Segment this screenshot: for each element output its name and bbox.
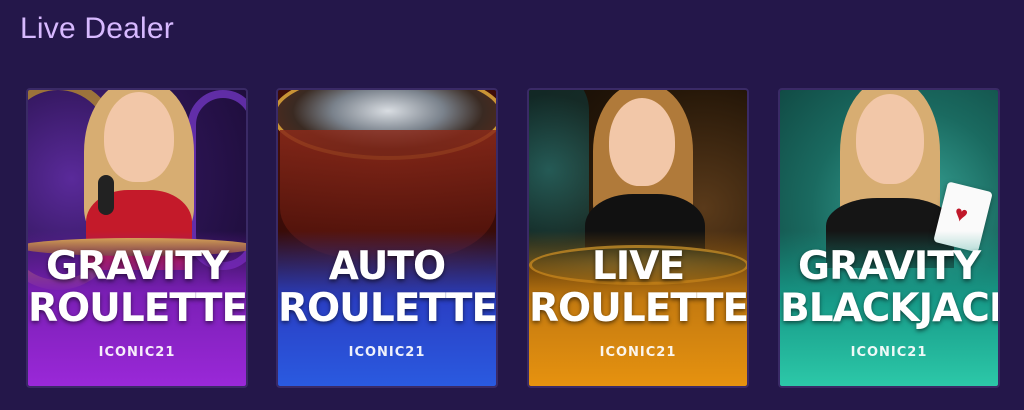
provider-label: ICONIC21 bbox=[98, 345, 176, 360]
game-title-line1: AUTO bbox=[328, 244, 446, 289]
game-card-gravity-blackjack[interactable]: ♥ GRAVITY BLACKJACK ICONIC21 bbox=[778, 88, 1000, 388]
game-title-line1: GRAVITY bbox=[45, 244, 229, 289]
game-title-line2: ROULETTE bbox=[28, 286, 248, 331]
provider-label: ICONIC21 bbox=[599, 345, 677, 360]
game-title: GRAVITY BLACKJACK bbox=[780, 246, 998, 330]
provider-label: ICONIC21 bbox=[348, 345, 426, 360]
game-title-line2: ROULETTE bbox=[278, 286, 498, 331]
game-title: GRAVITY ROULETTE bbox=[28, 246, 246, 330]
game-title: AUTO ROULETTE bbox=[278, 246, 496, 330]
game-title-line2: ROULETTE bbox=[529, 286, 749, 331]
microphone-icon bbox=[98, 175, 114, 215]
game-title-line2: BLACKJACK bbox=[780, 286, 1000, 331]
game-title-line1: LIVE bbox=[591, 244, 685, 289]
game-title: LIVE ROULETTE bbox=[529, 246, 747, 330]
game-title-line1: GRAVITY bbox=[797, 244, 981, 289]
game-card-live-roulette[interactable]: LIVE ROULETTE ICONIC21 bbox=[527, 88, 749, 388]
provider-label: ICONIC21 bbox=[850, 345, 928, 360]
section-title: Live Dealer bbox=[20, 12, 174, 45]
game-card-auto-roulette[interactable]: AUTO ROULETTE ICONIC21 bbox=[276, 88, 498, 388]
game-card-gravity-roulette[interactable]: GRAVITY ROULETTE ICONIC21 bbox=[26, 88, 248, 388]
